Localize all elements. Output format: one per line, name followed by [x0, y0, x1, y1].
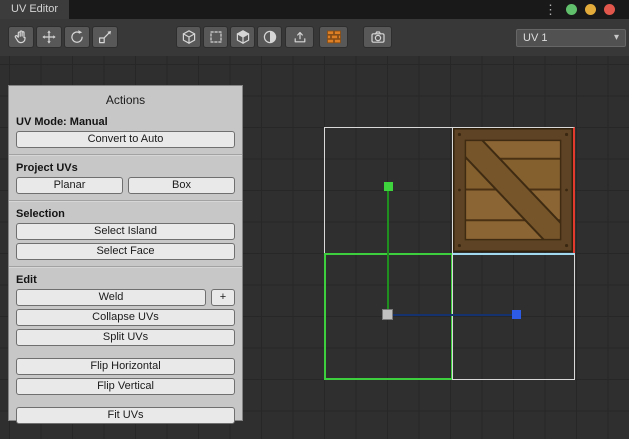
- camera-icon: [370, 29, 386, 45]
- actions-panel-title: Actions: [16, 90, 235, 112]
- spacer: [16, 398, 235, 404]
- wooden-crate-texture: [453, 128, 573, 252]
- section-divider: [9, 154, 242, 156]
- green-status-dot[interactable]: [566, 4, 577, 15]
- fit-uvs-button[interactable]: Fit UVs: [16, 407, 235, 424]
- window-status-dots: [566, 4, 615, 15]
- element-mode-group: [176, 26, 282, 48]
- rect-marquee-mode-button[interactable]: [203, 26, 228, 48]
- uv-channel-value: UV 1: [523, 30, 547, 46]
- uv-handle-blue[interactable]: [512, 310, 521, 319]
- export-uv-icon: [292, 29, 308, 45]
- box-button[interactable]: Box: [128, 177, 235, 194]
- move-tool-button[interactable]: [36, 26, 62, 48]
- flip-vertical-button[interactable]: Flip Vertical: [16, 378, 235, 395]
- blue-connector-line: [389, 314, 514, 316]
- flip-horizontal-button[interactable]: Flip Horizontal: [16, 358, 235, 375]
- cube-face-icon: [235, 29, 251, 45]
- navigation-tool-group: [8, 26, 118, 48]
- split-uvs-button[interactable]: Split UVs: [16, 329, 235, 346]
- pivot-handle[interactable]: [382, 309, 393, 320]
- cube-face-mode-button[interactable]: [230, 26, 255, 48]
- section-divider: [9, 200, 242, 202]
- texture-preview-button[interactable]: [319, 26, 348, 48]
- actions-panel: Actions UV Mode: Manual Convert to Auto …: [8, 85, 243, 421]
- window-titlebar: UV Editor ⋮: [0, 0, 629, 19]
- edit-label: Edit: [16, 274, 235, 286]
- convert-to-auto-button[interactable]: Convert to Auto: [16, 131, 235, 148]
- green-connector-line: [387, 189, 389, 316]
- toolbar: UV 1 ▾: [0, 19, 629, 56]
- uv-mode-label: UV Mode: Manual: [16, 116, 235, 128]
- selection-label: Selection: [16, 208, 235, 220]
- uv-handle-green[interactable]: [384, 182, 393, 191]
- scale-tool-icon: [97, 29, 113, 45]
- uv-island-textured[interactable]: [452, 127, 575, 254]
- texture-bricks-icon: [326, 29, 342, 45]
- collapse-uvs-button[interactable]: Collapse UVs: [16, 309, 235, 326]
- sphere-icon: [262, 29, 278, 45]
- uv-channel-dropdown[interactable]: UV 1 ▾: [516, 29, 626, 47]
- select-island-button[interactable]: Select Island: [16, 223, 235, 240]
- cube-outline-mode-button[interactable]: [176, 26, 201, 48]
- rect-marquee-icon: [208, 29, 224, 45]
- screenshot-button[interactable]: [363, 26, 392, 48]
- weld-button[interactable]: Weld: [16, 289, 206, 306]
- rotate-tool-button[interactable]: [64, 26, 90, 48]
- chevron-down-icon: ▾: [614, 30, 619, 46]
- hand-tool-button[interactable]: [8, 26, 34, 48]
- hand-tool-icon: [13, 29, 29, 45]
- planar-button[interactable]: Planar: [16, 177, 123, 194]
- window-title: UV Editor: [11, 3, 58, 15]
- cube-outline-icon: [181, 29, 197, 45]
- rotate-tool-icon: [69, 29, 85, 45]
- project-uvs-label: Project UVs: [16, 162, 235, 174]
- export-uv-button[interactable]: [285, 26, 314, 48]
- move-tool-icon: [41, 29, 57, 45]
- weld-options-button[interactable]: +: [211, 289, 235, 306]
- yellow-status-dot[interactable]: [585, 4, 596, 15]
- section-divider: [9, 266, 242, 268]
- red-status-dot[interactable]: [604, 4, 615, 15]
- select-face-button[interactable]: Select Face: [16, 243, 235, 260]
- export-group: [285, 26, 314, 48]
- uv-editor-tab[interactable]: UV Editor: [0, 0, 69, 19]
- sphere-mode-button[interactable]: [257, 26, 282, 48]
- screenshot-group: [363, 26, 392, 48]
- texture-group: [319, 26, 348, 48]
- scale-tool-button[interactable]: [92, 26, 118, 48]
- kebab-menu-icon[interactable]: ⋮: [544, 1, 557, 18]
- spacer: [16, 349, 235, 355]
